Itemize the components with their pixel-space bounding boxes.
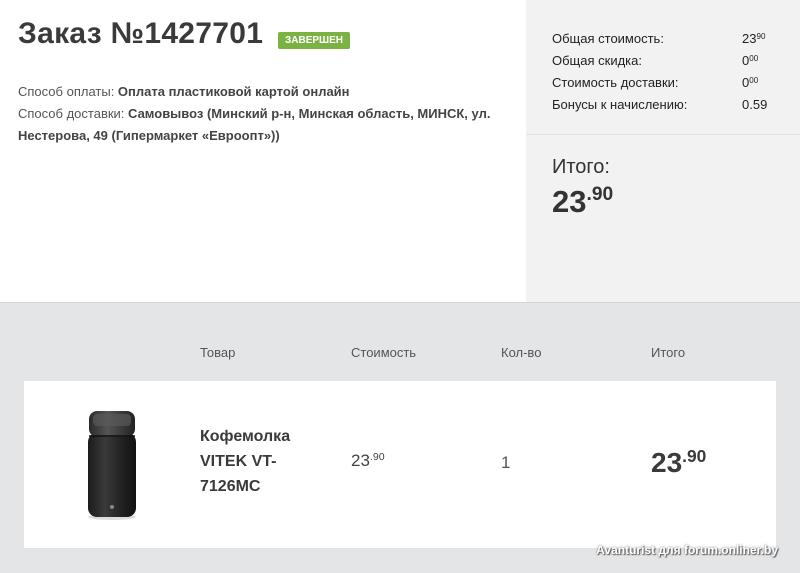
delivery-method-label: Способ доставки:: [18, 106, 129, 121]
column-header-total: Итого: [651, 345, 686, 360]
product-qty: 1: [501, 453, 511, 472]
total-value: 23.90: [552, 184, 614, 219]
order-title: Заказ №1427701: [18, 17, 264, 50]
table-row: Кофемолка VITEK VT-7126MC 23.90 1 23.90: [24, 381, 776, 548]
summary-label: Общая стоимость:: [552, 31, 664, 46]
order-info: Заказ №1427701 ЗАВЕРШЕН Способ оплаты: О…: [18, 0, 518, 302]
product-price: 23.90: [351, 451, 385, 470]
total-label: Итого:: [552, 156, 610, 178]
order-summary: Общая стоимость: 2390 Общая скидка: 000 …: [526, 0, 800, 302]
summary-value: 000: [742, 75, 759, 90]
summary-value: 000: [742, 53, 759, 68]
column-header-product: Товар: [200, 345, 236, 360]
summary-label: Общая скидка:: [552, 53, 642, 68]
payment-method-value: Оплата пластиковой картой онлайн: [117, 84, 350, 99]
order-header-panel: Заказ №1427701 ЗАВЕРШЕН Способ оплаты: О…: [0, 0, 800, 303]
delivery-method: Способ доставки: Самовывоз (Минский р-н,…: [18, 103, 498, 147]
summary-label: Бонусы к начислению:: [552, 97, 688, 112]
summary-value: 2390: [742, 31, 766, 46]
column-header-price: Стоимость: [351, 345, 417, 360]
summary-value: 0.59: [742, 97, 768, 112]
column-header-qty: Кол-во: [501, 345, 542, 360]
product-total: 23.90: [651, 446, 707, 478]
watermark: Avanturist для forum.onliner.by: [596, 543, 778, 557]
payment-method: Способ оплаты: Оплата пластиковой картой…: [18, 81, 350, 103]
product-name[interactable]: Кофемолка VITEK VT-7126MC: [200, 424, 310, 499]
summary-rows: Общая стоимость: 2390 Общая скидка: 000 …: [526, 0, 800, 135]
summary-label: Стоимость доставки:: [552, 75, 679, 90]
payment-method-label: Способ оплаты:: [18, 84, 118, 99]
status-badge: ЗАВЕРШЕН: [278, 32, 350, 49]
coffee-grinder-photo: [88, 411, 136, 520]
